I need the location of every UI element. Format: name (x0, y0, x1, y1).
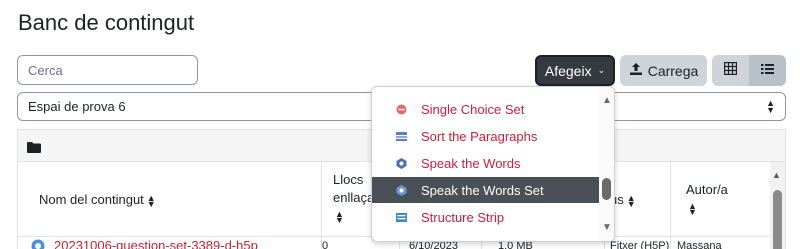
scroll-up-icon[interactable]: ▲ (602, 95, 612, 106)
upload-icon (629, 62, 643, 79)
column-header-name[interactable]: Nom del contingut ▲ ▼ (39, 191, 156, 209)
cell-author: Massana (677, 240, 722, 249)
scroll-up-icon[interactable]: ▲ (772, 170, 781, 180)
scroll-thumb[interactable] (602, 178, 611, 200)
add-dropdown-menu: Single Choice Set Sort the Paragraphs Sp… (371, 86, 615, 242)
dropdown-item-speak-the-words-set[interactable]: Speak the Words Set (372, 177, 599, 203)
dropdown-item-label: Structure Strip (421, 209, 505, 225)
scroll-down-icon[interactable]: ▼ (602, 222, 612, 233)
select-arrows-icon: ▲ ▼ (766, 97, 775, 115)
speak-words-set-icon (395, 184, 407, 196)
content-name-link[interactable]: 20231006-question-set-3389-d-h5p (54, 238, 258, 249)
structure-strip-icon (395, 211, 407, 223)
search-input[interactable] (17, 55, 198, 85)
speak-words-icon (395, 157, 407, 169)
list-icon (761, 62, 774, 80)
dropdown-item-label: Speak the Words Set (421, 182, 544, 198)
dropdown-scrollbar[interactable]: ▲ ▼ (599, 87, 614, 241)
add-button[interactable]: Afegeix ⌄ (535, 55, 615, 86)
table-scrollbar[interactable]: ▲ (770, 162, 785, 249)
column-header-author-label: Autor/a (686, 182, 728, 197)
column-header-links-line1: Llocs (333, 172, 364, 187)
column-header-links-line2: enllaça (333, 190, 375, 205)
dropdown-item-single-choice-set[interactable]: Single Choice Set (372, 96, 599, 122)
dropdown-item-label: Single Choice Set (421, 101, 525, 117)
cell-links: 0 (322, 240, 329, 249)
grid-icon (723, 61, 738, 80)
context-select-value: Espai de prova 6 (28, 99, 126, 114)
add-button-label: Afegeix (544, 62, 592, 79)
dropdown-item-speak-the-words[interactable]: Speak the Words (372, 150, 599, 176)
chevron-down-icon: ⌄ (597, 65, 606, 75)
folder-icon (27, 140, 41, 158)
scroll-thumb[interactable] (773, 190, 782, 249)
list-view-button[interactable] (749, 55, 786, 86)
column-header-author[interactable]: Autor/a ▲ ▼ (686, 181, 728, 217)
upload-button-label: Carrega (647, 62, 699, 79)
page-title: Banc de contingut (18, 10, 195, 35)
sort-icon: ▲ ▼ (335, 208, 344, 225)
dropdown-item-sort-the-paragraphs[interactable]: Sort the Paragraphs (372, 123, 599, 149)
column-header-name-label: Nom del contingut (39, 192, 144, 207)
dropdown-item-label: Speak the Words (421, 155, 521, 171)
sort-paragraphs-icon (395, 130, 407, 142)
grid-view-button[interactable] (712, 55, 749, 86)
sort-icon: ▲ ▼ (146, 192, 156, 209)
dropdown-item-label: Sort the Paragraphs (421, 128, 538, 144)
column-header-links[interactable]: Llocs enllaça ▲ ▼ (333, 171, 374, 225)
single-choice-icon (395, 103, 407, 115)
upload-button[interactable]: Carrega (620, 55, 707, 86)
h5p-icon (31, 239, 45, 249)
sort-icon: ▲ ▼ (688, 200, 697, 217)
sort-icon: ▲ ▼ (626, 192, 636, 209)
dropdown-item-structure-strip[interactable]: Structure Strip (372, 204, 599, 230)
cell-type: Fitxer (H5P) (610, 240, 670, 249)
